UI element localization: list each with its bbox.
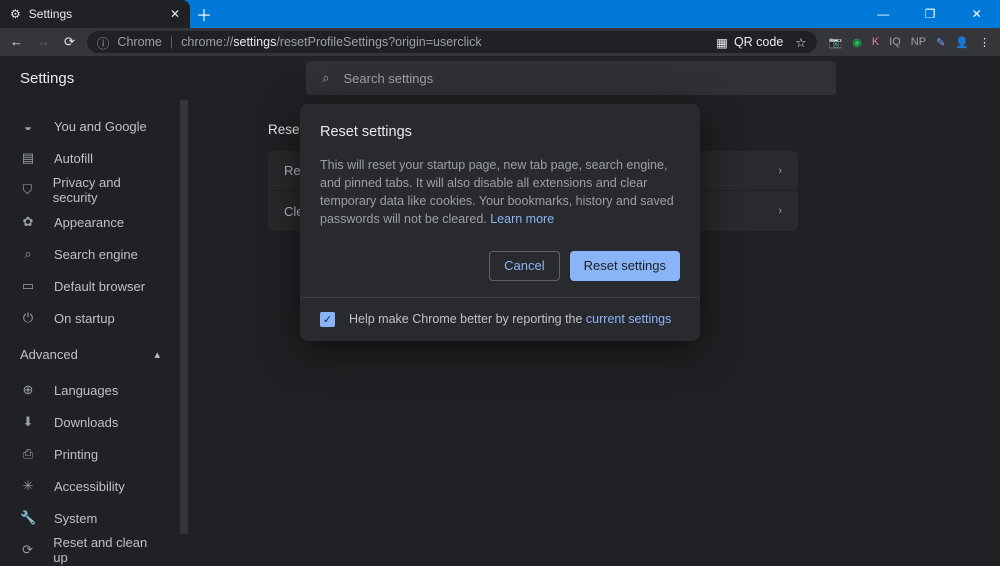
print-icon: ⎙ bbox=[20, 446, 36, 462]
back-icon[interactable]: ← bbox=[10, 34, 23, 50]
power-icon: ⏻ bbox=[20, 310, 36, 326]
browser-toolbar: ← → ⟳ ⓘ Chrome | chrome://settings/reset… bbox=[0, 28, 1000, 56]
accessibility-icon: ✳ bbox=[20, 478, 36, 494]
browser-tab[interactable]: ⚙ Settings ✕ bbox=[0, 0, 190, 28]
sidebar-item-label: Appearance bbox=[54, 215, 124, 230]
close-window-icon[interactable]: ✕ bbox=[953, 0, 1000, 28]
url-security-label: Chrome bbox=[117, 35, 161, 49]
current-settings-link[interactable]: current settings bbox=[586, 312, 671, 326]
sidebar-item-label: Reset and clean up bbox=[53, 535, 160, 565]
chevron-right-icon: › bbox=[778, 205, 782, 217]
search-settings-input[interactable]: ⌕ Search settings bbox=[306, 61, 836, 95]
reset-settings-dialog: Reset settings This will reset your star… bbox=[300, 104, 700, 341]
maximize-icon[interactable]: ❐ bbox=[907, 0, 954, 28]
extension-icon[interactable]: 📷 bbox=[829, 36, 843, 49]
sidebar-item[interactable]: ⎙ Printing bbox=[0, 438, 180, 470]
sidebar-item[interactable]: ▭ Default browser bbox=[0, 270, 180, 302]
extension-icon[interactable]: IQ bbox=[889, 36, 901, 48]
reset-settings-button[interactable]: Reset settings bbox=[570, 251, 680, 281]
sidebar-item[interactable]: ⟳ Reset and clean up bbox=[0, 534, 180, 566]
scrollbar[interactable] bbox=[180, 100, 188, 534]
sidebar-item-label: Languages bbox=[54, 383, 118, 398]
chevron-up-icon: ▴ bbox=[154, 348, 160, 361]
chevron-right-icon: › bbox=[778, 165, 782, 177]
learn-more-link[interactable]: Learn more bbox=[490, 212, 554, 226]
qr-code-button[interactable]: ▦ QR code bbox=[716, 35, 783, 50]
sidebar-item[interactable]: 🔧 System bbox=[0, 502, 180, 534]
sidebar-item-label: Search engine bbox=[54, 247, 138, 262]
sidebar-item-label: On startup bbox=[54, 311, 115, 326]
qr-icon: ▦ bbox=[716, 35, 728, 50]
sidebar-item[interactable]: ◒ You and Google bbox=[0, 110, 180, 142]
reset-icon: ⟳ bbox=[20, 542, 35, 558]
sidebar-item[interactable]: ✿ Appearance bbox=[0, 206, 180, 238]
menu-icon[interactable]: ⋮ bbox=[979, 36, 990, 49]
sidebar-item[interactable]: ⊕ Languages bbox=[0, 374, 180, 406]
sidebar-item-label: System bbox=[54, 511, 97, 526]
profile-avatar[interactable]: 👤 bbox=[955, 36, 969, 49]
sidebar-item[interactable]: ▤ Autofill bbox=[0, 142, 180, 174]
site-info-icon[interactable]: ⓘ bbox=[97, 33, 110, 52]
gear-icon: ⚙ bbox=[10, 7, 21, 21]
search-icon: ⌕ bbox=[322, 70, 329, 86]
dialog-body-text: This will reset your startup page, new t… bbox=[320, 156, 680, 229]
sidebar-item-label: You and Google bbox=[54, 119, 147, 134]
address-bar[interactable]: ⓘ Chrome | chrome://settings/resetProfil… bbox=[87, 31, 817, 53]
report-checkbox[interactable]: ✓ bbox=[320, 312, 335, 327]
new-tab-button[interactable]: ＋ bbox=[190, 0, 218, 28]
dialog-title: Reset settings bbox=[320, 124, 680, 140]
system-icon: 🔧 bbox=[20, 510, 36, 526]
bookmark-star-icon[interactable]: ☆ bbox=[795, 35, 806, 50]
dialog-footer-text: Help make Chrome better by reporting the… bbox=[349, 312, 671, 326]
sidebar-item-label: Privacy and security bbox=[53, 175, 160, 205]
sidebar-item[interactable]: ⌕ Search engine bbox=[0, 238, 180, 270]
sidebar-item-label: Accessibility bbox=[54, 479, 125, 494]
globe-icon: ⊕ bbox=[20, 382, 36, 398]
sidebar-item[interactable]: ⏻ On startup bbox=[0, 302, 180, 334]
minimize-icon[interactable]: ― bbox=[860, 0, 907, 28]
forward-icon[interactable]: → bbox=[37, 34, 50, 50]
sidebar-item-label: Default browser bbox=[54, 279, 145, 294]
sidebar-item-label: Downloads bbox=[54, 415, 118, 430]
sidebar-item-label: Printing bbox=[54, 447, 98, 462]
extension-icon[interactable]: K bbox=[872, 36, 879, 48]
sidebar-item[interactable]: ⬇ Downloads bbox=[0, 406, 180, 438]
appearance-icon: ✿ bbox=[20, 214, 36, 230]
search-icon: ⌕ bbox=[20, 246, 36, 262]
extension-icon[interactable]: NP bbox=[911, 36, 926, 48]
search-placeholder: Search settings bbox=[343, 71, 433, 86]
sidebar-item-label: Autofill bbox=[54, 151, 93, 166]
extension-icon[interactable]: ✎ bbox=[936, 36, 945, 49]
sidebar-item[interactable]: ✳ Accessibility bbox=[0, 470, 180, 502]
settings-sidebar: ◒ You and Google ▤ Autofill ⛉ Privacy and sec… bbox=[0, 100, 180, 534]
autofill-icon: ▤ bbox=[20, 150, 36, 166]
shield-icon: ⛉ bbox=[20, 182, 35, 198]
tab-title: Settings bbox=[29, 7, 72, 21]
cancel-button[interactable]: Cancel bbox=[489, 251, 559, 281]
close-tab-icon[interactable]: ✕ bbox=[170, 7, 180, 21]
sidebar-advanced-toggle[interactable]: Advanced▴ bbox=[0, 334, 180, 374]
browser-icon: ▭ bbox=[20, 278, 36, 294]
window-title-bar: ⚙ Settings ✕ ＋ ― ❐ ✕ bbox=[0, 0, 1000, 28]
sidebar-item[interactable]: ⛉ Privacy and security bbox=[0, 174, 180, 206]
settings-header: Settings ⌕ Search settings bbox=[0, 56, 1000, 100]
extension-icon[interactable]: ◉ bbox=[852, 36, 862, 49]
person-icon: ◒ bbox=[20, 119, 36, 134]
reload-icon[interactable]: ⟳ bbox=[64, 34, 75, 50]
extensions-area: 📷 ◉ K IQ NP ✎ 👤 ⋮ bbox=[829, 36, 990, 49]
download-icon: ⬇ bbox=[20, 414, 36, 430]
page-title: Settings bbox=[20, 70, 74, 87]
